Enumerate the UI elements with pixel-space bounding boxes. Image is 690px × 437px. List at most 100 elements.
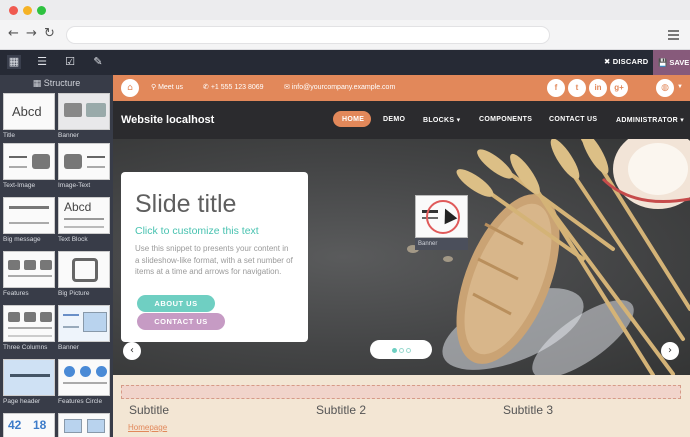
slide-next-icon[interactable]: › — [661, 342, 679, 360]
envelope-icon: ✉ — [284, 84, 292, 91]
about-us-button[interactable]: ABOUT US — [137, 295, 215, 312]
camera-icon — [24, 260, 36, 270]
snippet-thumb — [58, 93, 110, 130]
site-topbar: ⌂ ⚲ Meet us ✆ +1 555 123 8069 ✉ info@you… — [113, 75, 690, 101]
snippet-image-gallery[interactable] — [58, 413, 110, 437]
nav-components[interactable]: COMPONENTS — [479, 116, 532, 123]
site-brand[interactable]: Website localhost — [121, 114, 214, 126]
snippets-grid-icon[interactable]: ▦ — [7, 55, 21, 69]
camera-icon — [40, 260, 52, 270]
facebook-icon[interactable]: f — [547, 79, 565, 97]
slide-body[interactable]: Use this snippet to presents your conten… — [135, 243, 295, 278]
browser-toolbar: ← → ↻ — [0, 20, 690, 50]
nav-administrator[interactable]: ADMINISTRATOR ▾ — [616, 116, 684, 124]
camera-icon — [64, 103, 82, 117]
save-button[interactable]: 💾 SAVE — [653, 50, 690, 75]
image-icon — [64, 419, 82, 433]
magic-wand-icon[interactable]: ✎ — [91, 55, 105, 69]
slide-prev-icon[interactable]: ‹ — [123, 342, 141, 360]
snippet-label: Page header — [3, 398, 41, 405]
snippet-big-message[interactable]: Big message — [3, 197, 55, 246]
google-plus-icon[interactable]: g+ — [610, 79, 628, 97]
snippet-label: Image-Text — [58, 182, 91, 189]
linkedin-icon[interactable]: in — [589, 79, 607, 97]
phone-info: ✆ +1 555 123 8069 — [203, 83, 264, 91]
snippet-thumb — [3, 143, 55, 180]
column-subtitle-2[interactable]: Subtitle 2 — [316, 403, 366, 417]
nav-home[interactable]: HOME — [342, 116, 364, 123]
snippet-text-image[interactable]: Text-Image — [3, 143, 55, 192]
language-globe-icon[interactable]: ◍ — [656, 79, 674, 97]
reload-icon[interactable]: ↻ — [44, 27, 55, 41]
snippet-text-block[interactable]: Abcd Text Block — [58, 197, 110, 246]
snippet-image-text[interactable]: Image-Text — [58, 143, 110, 192]
minimize-window-button[interactable] — [23, 6, 32, 15]
dragged-snippet-thumb — [415, 195, 468, 238]
nav-demo[interactable]: DEMO — [383, 116, 405, 123]
snippet-label: Big message — [3, 236, 41, 243]
dragged-snippet[interactable]: Banner — [415, 195, 468, 250]
snippet-banner-2[interactable]: Banner — [58, 305, 110, 354]
slide-title[interactable]: Slide title — [135, 190, 294, 219]
snippet-numbers[interactable]: 42 18 — [3, 413, 55, 437]
nav-contact-us[interactable]: CONTACT US — [549, 116, 597, 123]
nav-blocks[interactable]: BLOCKS ▾ — [423, 116, 460, 124]
checkbox-icon[interactable]: ☑ — [63, 55, 77, 69]
window-titlebar — [0, 0, 690, 20]
column-subtitle-3[interactable]: Subtitle 3 — [503, 403, 553, 417]
close-window-button[interactable] — [9, 6, 18, 15]
site-navbar: Website localhost HOME DEMO BLOCKS ▾ COM… — [113, 101, 690, 139]
snippet-thumb — [3, 197, 55, 234]
discard-button[interactable]: ✖ DISCARD — [604, 57, 648, 66]
editor-toolbar: ▦ ☰ ☑ ✎ ✖ DISCARD — [0, 50, 690, 75]
snippet-big-picture[interactable]: Big Picture — [58, 251, 110, 300]
slide-indicator[interactable] — [398, 348, 404, 353]
caret-down-icon[interactable]: ▼ — [677, 84, 683, 90]
homepage-link[interactable]: Homepage — [128, 423, 167, 432]
snippet-page-header[interactable]: Page header — [3, 359, 55, 408]
snippet-thumb — [3, 305, 55, 342]
thumb-text: 18 — [33, 418, 47, 432]
snippet-features[interactable]: Features — [3, 251, 55, 300]
circle-icon — [64, 366, 75, 377]
snippet-dropzone[interactable] — [121, 385, 681, 399]
snippet-title[interactable]: Abcd Title — [3, 93, 55, 142]
slide-indicator[interactable] — [391, 348, 397, 353]
meet-us-text: Meet us — [158, 84, 183, 91]
thumb-text: Abcd — [12, 104, 42, 119]
hero-slideshow: Slide title Click to customize this text… — [113, 139, 690, 375]
snippet-three-columns[interactable]: Three Columns — [3, 305, 55, 354]
camera-icon — [64, 154, 82, 169]
three-columns-section: Subtitle Subtitle 2 Subtitle 3 Homepage — [113, 375, 690, 437]
email-text: info@yourcompany.example.com — [291, 84, 396, 91]
twitter-icon[interactable]: t — [568, 79, 586, 97]
maximize-window-button[interactable] — [37, 6, 46, 15]
hamburger-menu-icon[interactable] — [668, 30, 679, 42]
thumb-text: Abcd — [64, 200, 92, 214]
forward-arrow-icon[interactable]: → — [26, 27, 37, 41]
circle-icon — [96, 366, 107, 377]
snippet-label: Three Columns — [3, 344, 48, 351]
slide-subtitle[interactable]: Click to customize this text — [135, 225, 294, 237]
slide-indicator[interactable] — [405, 348, 411, 353]
snippet-banner[interactable]: Banner — [58, 93, 110, 142]
contact-us-button[interactable]: CONTACT US — [137, 313, 225, 330]
circle-icon — [80, 366, 91, 377]
text-lines-icon — [10, 374, 50, 382]
snippet-features-circle[interactable]: Features Circle — [58, 359, 110, 408]
snippet-label: Features — [3, 290, 29, 297]
phone-icon: ✆ — [203, 84, 211, 91]
home-icon[interactable]: ⌂ — [121, 79, 139, 97]
back-arrow-icon[interactable]: ← — [8, 27, 19, 41]
image-icon — [87, 419, 105, 433]
text-lines-icon — [63, 314, 79, 328]
panel-heading: ▦ Structure — [0, 75, 113, 91]
address-bar[interactable] — [66, 26, 550, 44]
column-subtitle-1[interactable]: Subtitle — [129, 403, 169, 417]
snippet-thumb — [58, 251, 110, 288]
list-indent-icon[interactable]: ☰ — [35, 55, 49, 69]
camera-icon — [8, 260, 20, 270]
grid-icon: ▦ — [32, 78, 44, 88]
snippet-label: Text Block — [58, 236, 88, 243]
snippet-label: Features Circle — [58, 398, 103, 405]
